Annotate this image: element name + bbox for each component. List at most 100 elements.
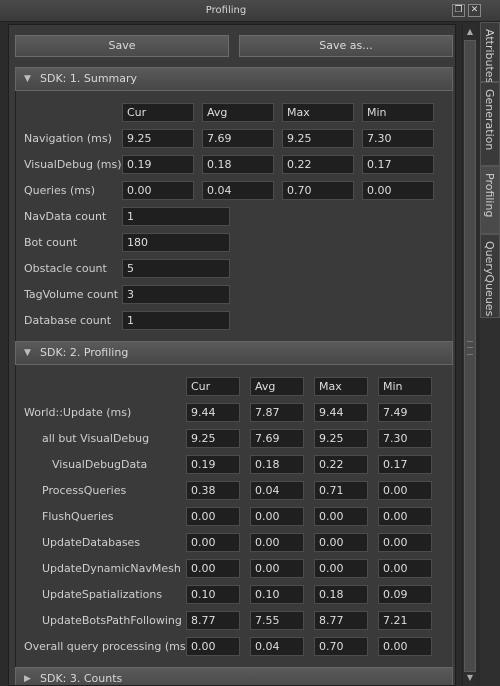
value-field: 0.10 bbox=[250, 585, 304, 604]
value-field: 0.00 bbox=[378, 559, 432, 578]
value-field: 0.71 bbox=[314, 481, 368, 500]
value-field: 7.69 bbox=[202, 129, 274, 148]
count-field: 3 bbox=[122, 285, 230, 304]
value-field: 0.00 bbox=[186, 507, 240, 526]
row-label-visualdebug: VisualDebug (ms) bbox=[24, 158, 122, 171]
value-field: 8.77 bbox=[186, 611, 240, 630]
section-title: SDK: 3. Counts bbox=[40, 672, 123, 685]
value-field: 0.00 bbox=[186, 533, 240, 552]
row-label-world-update: World::Update (ms) bbox=[24, 406, 132, 419]
tab-label: QueryQueues bbox=[483, 241, 496, 317]
section-title: SDK: 1. Summary bbox=[40, 72, 138, 85]
value-field: 0.38 bbox=[186, 481, 240, 500]
toolbar: Save Save as... bbox=[15, 35, 453, 57]
tab-generation[interactable]: Generation bbox=[480, 82, 500, 166]
value-field: 0.00 bbox=[186, 637, 240, 656]
column-header-avg: Avg bbox=[250, 377, 304, 396]
value-field: 9.44 bbox=[186, 403, 240, 422]
scroll-down-icon[interactable]: ▼ bbox=[464, 672, 476, 684]
value-field: 0.00 bbox=[250, 533, 304, 552]
row-label-all-but-visualdebug: all but VisualDebug bbox=[42, 432, 150, 445]
value-field: 0.00 bbox=[314, 533, 368, 552]
count-field: 1 bbox=[122, 207, 230, 226]
count-label-database: Database count bbox=[24, 314, 112, 327]
title-bar: Profiling ❐ ✕ bbox=[0, 0, 500, 22]
value-field: 0.00 bbox=[314, 507, 368, 526]
value-field: 0.00 bbox=[378, 637, 432, 656]
section-summary-header[interactable]: ▼ SDK: 1. Summary bbox=[15, 67, 453, 91]
tab-label: Generation bbox=[483, 89, 496, 151]
value-field: 0.17 bbox=[378, 455, 432, 474]
value-field: 0.00 bbox=[378, 481, 432, 500]
value-field: 0.04 bbox=[250, 481, 304, 500]
row-label-updatedatabases: UpdateDatabases bbox=[42, 536, 141, 549]
value-field: 7.30 bbox=[378, 429, 432, 448]
value-field: 0.00 bbox=[186, 559, 240, 578]
column-header-cur: Cur bbox=[186, 377, 240, 396]
value-field: 7.49 bbox=[378, 403, 432, 422]
section-summary-body: Cur Avg Max Min Navigation (ms) 9.25 7.6… bbox=[15, 91, 453, 341]
row-label-flushqueries: FlushQueries bbox=[42, 510, 114, 523]
row-label-queries: Queries (ms) bbox=[24, 184, 96, 197]
count-label-tagvolume: TagVolume count bbox=[24, 288, 119, 301]
window-title: Profiling bbox=[205, 5, 247, 16]
scroll-thumb[interactable] bbox=[464, 40, 476, 672]
tab-attributes[interactable]: Attributes bbox=[480, 22, 500, 83]
section-counts-header[interactable]: ▶ SDK: 3. Counts bbox=[15, 667, 453, 685]
section-title: SDK: 2. Profiling bbox=[40, 346, 129, 359]
value-field: 0.70 bbox=[314, 637, 368, 656]
row-label-visualdebugdata: VisualDebugData bbox=[52, 458, 148, 471]
value-field: 0.00 bbox=[378, 507, 432, 526]
column-header-avg: Avg bbox=[202, 103, 274, 122]
side-tab-bar: Attributes Generation Profiling QueryQue… bbox=[480, 22, 500, 686]
value-field: 0.70 bbox=[282, 181, 354, 200]
collapse-triangle-icon: ▼ bbox=[24, 348, 31, 358]
profiling-panel: Save Save as... ▼ SDK: 1. Summary Cur Av… bbox=[8, 24, 456, 686]
collapse-triangle-icon: ▼ bbox=[24, 74, 31, 84]
value-field: 9.25 bbox=[314, 429, 368, 448]
value-field: 0.00 bbox=[250, 559, 304, 578]
value-field: 0.17 bbox=[362, 155, 434, 174]
column-header-max: Max bbox=[282, 103, 354, 122]
row-label-overall-query-processing: Overall query processing (ms) bbox=[24, 640, 190, 653]
row-label-updatespatializations: UpdateSpatializations bbox=[42, 588, 163, 601]
save-button[interactable]: Save bbox=[15, 35, 229, 57]
section-profiling-header[interactable]: ▼ SDK: 2. Profiling bbox=[15, 341, 453, 365]
value-field: 0.04 bbox=[250, 637, 304, 656]
column-header-min: Min bbox=[362, 103, 434, 122]
float-icon[interactable]: ❐ bbox=[452, 4, 465, 17]
value-field: 0.18 bbox=[202, 155, 274, 174]
count-field: 1 bbox=[122, 311, 230, 330]
close-icon[interactable]: ✕ bbox=[468, 4, 481, 17]
expand-triangle-icon: ▶ bbox=[24, 674, 31, 684]
section-profiling-body: Cur Avg Max Min World::Update (ms) 9.44 … bbox=[15, 365, 453, 667]
value-field: 7.21 bbox=[378, 611, 432, 630]
value-field: 9.25 bbox=[282, 129, 354, 148]
vertical-scrollbar[interactable]: ▲ ▼ bbox=[462, 24, 476, 686]
value-field: 0.22 bbox=[314, 455, 368, 474]
value-field: 0.18 bbox=[314, 585, 368, 604]
tab-label: Profiling bbox=[483, 173, 496, 218]
row-label-updatedynamicnavmesh: UpdateDynamicNavMesh bbox=[42, 562, 181, 575]
grip-icon bbox=[467, 341, 473, 355]
value-field: 0.09 bbox=[378, 585, 432, 604]
row-label-processqueries: ProcessQueries bbox=[42, 484, 127, 497]
value-field: 0.19 bbox=[186, 455, 240, 474]
value-field: 0.00 bbox=[122, 181, 194, 200]
value-field: 9.25 bbox=[186, 429, 240, 448]
value-field: 0.00 bbox=[362, 181, 434, 200]
tab-queryqueues[interactable]: QueryQueues bbox=[480, 234, 500, 318]
save-as-button[interactable]: Save as... bbox=[239, 35, 453, 57]
value-field: 7.87 bbox=[250, 403, 304, 422]
value-field: 8.77 bbox=[314, 611, 368, 630]
scroll-up-icon[interactable]: ▲ bbox=[464, 26, 476, 38]
value-field: 0.18 bbox=[250, 455, 304, 474]
value-field: 0.19 bbox=[122, 155, 194, 174]
count-field: 5 bbox=[122, 259, 230, 278]
value-field: 0.04 bbox=[202, 181, 274, 200]
value-field: 7.55 bbox=[250, 611, 304, 630]
value-field: 9.25 bbox=[122, 129, 194, 148]
tab-profiling[interactable]: Profiling bbox=[480, 166, 500, 234]
value-field: 9.44 bbox=[314, 403, 368, 422]
column-header-min: Min bbox=[378, 377, 432, 396]
